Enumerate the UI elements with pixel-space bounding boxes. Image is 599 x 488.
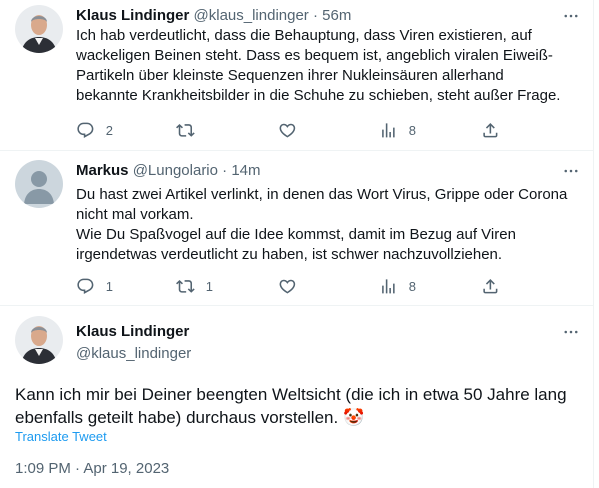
share-icon	[483, 278, 498, 294]
like-button[interactable]	[278, 276, 308, 296]
retweet-button[interactable]: 1	[176, 276, 213, 296]
reply-icon	[77, 278, 94, 294]
reply-count: 1	[105, 278, 113, 294]
avatar-klaus[interactable]	[15, 316, 63, 364]
tweet-header: Markus @Lungolario · 14m	[76, 161, 261, 181]
avatar-markus[interactable]	[15, 160, 63, 208]
retweet-button[interactable]	[176, 120, 206, 140]
like-button[interactable]	[278, 120, 308, 140]
like-icon	[279, 123, 296, 138]
separator-dot: ·	[222, 162, 228, 179]
focused-tweet: Klaus Lindinger @klaus_lindinger Kann ic…	[0, 306, 593, 488]
tweet-markus[interactable]: Markus @Lungolario · 14m Du hast zwei Ar…	[0, 151, 593, 305]
share-button[interactable]	[481, 276, 500, 296]
author-name[interactable]: Markus	[76, 162, 129, 179]
views-count: 8	[408, 122, 416, 138]
tweet-time[interactable]: 56m	[322, 7, 351, 24]
more-icon[interactable]	[562, 323, 580, 341]
tweet-line: Du hast zwei Artikel verlinkt, in denen …	[76, 186, 568, 203]
tweet-line: Wie Du Spaßvogel auf die Idee kommst, da…	[76, 226, 516, 243]
tweet-line: wackeligen Beinen steht. Dass es bequem …	[76, 47, 553, 64]
retweet-count: 1	[205, 278, 213, 294]
share-icon	[483, 122, 498, 138]
tweet-line: irgendetwas verdeutlicht zu haben, ist s…	[76, 246, 503, 263]
reply-button[interactable]: 2	[76, 120, 113, 140]
tweet-actions: 1 1 8	[76, 276, 516, 296]
retweet-icon	[176, 279, 195, 293]
reply-icon	[77, 122, 94, 138]
author-name[interactable]: Klaus Lindinger	[76, 7, 189, 24]
author-handle[interactable]: @Lungolario	[133, 162, 218, 179]
share-button[interactable]	[481, 120, 500, 140]
tweet-line: Kann ich mir bei Deiner beengten Weltsic…	[15, 385, 567, 404]
tweet-header: Klaus Lindinger @klaus_lindinger · 56m	[76, 6, 351, 26]
views-icon	[382, 122, 395, 138]
klaus-photo-icon	[15, 5, 63, 53]
tweet-line: bekannte Krankheitsbilder in die Schuhe …	[76, 87, 561, 104]
views-icon	[382, 278, 395, 294]
more-icon[interactable]	[562, 7, 580, 25]
like-icon	[279, 279, 296, 294]
views-count: 8	[408, 278, 416, 294]
clown-emoji: 🤡	[342, 408, 365, 427]
tweet-line: nicht mal vorkam.	[76, 206, 194, 223]
author-name[interactable]: Klaus Lindinger	[76, 322, 189, 342]
reply-count: 2	[105, 122, 113, 138]
author-handle[interactable]: @klaus_lindinger	[194, 7, 309, 24]
translate-tweet-link[interactable]: Translate Tweet	[15, 429, 107, 445]
views-button[interactable]: 8	[379, 276, 416, 296]
tweet-timestamp[interactable]: 1:09 PM · Apr 19, 2023	[15, 459, 169, 479]
tweet-line: ebenfalls geteilt habe) durchaus vorstel…	[15, 408, 339, 427]
tweet-text: Kann ich mir bei Deiner beengten Weltsic…	[15, 383, 585, 429]
tweet-text: Ich hab verdeutlicht, dass die Behauptun…	[76, 26, 581, 106]
more-icon[interactable]	[562, 162, 580, 180]
reply-button[interactable]: 1	[76, 276, 113, 296]
tweet-klaus[interactable]: Klaus Lindinger @klaus_lindinger · 56m I…	[0, 0, 593, 150]
klaus-photo-icon	[15, 316, 63, 364]
author-handle[interactable]: @klaus_lindinger	[76, 344, 191, 364]
default-avatar-icon	[15, 160, 63, 208]
timeline-border	[593, 0, 594, 488]
tweet-line: Partikeln über kleinste Sequenzen ihrer …	[76, 67, 504, 84]
avatar-klaus[interactable]	[15, 5, 63, 53]
tweet-actions: 2 8	[76, 120, 516, 140]
tweet-time[interactable]: 14m	[231, 162, 260, 179]
separator-dot: ·	[312, 7, 318, 24]
views-button[interactable]: 8	[379, 120, 416, 140]
tweet-line: Ich hab verdeutlicht, dass die Behauptun…	[76, 27, 532, 44]
tweet-text: Du hast zwei Artikel verlinkt, in denen …	[76, 185, 581, 265]
retweet-icon	[176, 123, 195, 137]
